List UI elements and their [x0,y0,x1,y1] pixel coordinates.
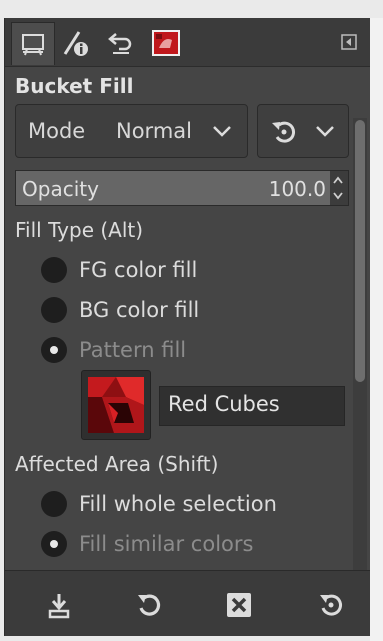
mode-label: Mode [28,119,86,143]
radio-button [41,297,67,323]
radio-label: Fill similar colors [79,532,254,556]
pattern-swatch-button[interactable] [81,370,151,440]
radio-button-selected [41,337,67,363]
red-cubes-pattern-icon [88,377,144,433]
bottom-button-bar [5,570,371,636]
opacity-label: Opacity [22,177,99,201]
radio-label: Fill whole selection [79,492,277,516]
tab-menu-button[interactable] [341,34,357,50]
restore-icon [138,594,161,616]
scrollbar-thumb[interactable] [355,120,365,382]
chevron-down-icon [213,126,231,137]
chevron-down-icon [333,192,343,200]
tool-options-icon [22,34,44,56]
tab-pointer-info[interactable] [55,22,97,64]
radio-fill-whole-selection[interactable]: Fill whole selection [41,490,277,518]
tab-menu-icon [341,34,357,50]
tab-image[interactable] [145,22,187,64]
dock-tab-bar [5,18,371,67]
reset-icon [320,594,342,616]
opacity-spinner [330,172,346,204]
mode-dropdown[interactable]: Mode Normal [15,104,248,158]
undo-history-icon [108,33,132,54]
fill-type-heading: Fill Type (Alt) [15,218,144,242]
mode-value: Normal [116,119,192,143]
opacity-value: 100.0 [268,177,326,201]
window-edge [370,18,383,641]
tab-undo-history[interactable] [99,22,141,64]
mode-reset-dropdown[interactable] [257,104,349,158]
restore-tool-preset-button[interactable] [133,589,165,621]
radio-button [41,257,67,283]
spin-down-button[interactable] [330,188,346,204]
chevron-up-icon [333,176,343,184]
reset-icon [272,121,295,143]
tab-tool-options[interactable] [11,22,55,65]
radio-button [41,491,67,517]
affected-area-heading: Affected Area (Shift) [15,452,219,476]
pattern-name-field: Red Cubes [159,386,345,426]
image-thumbnail-icon [152,30,180,56]
spin-up-button[interactable] [330,172,346,188]
radio-pattern-fill[interactable]: Pattern fill [41,336,186,364]
radio-label: FG color fill [79,258,198,282]
radio-button-selected [41,531,67,557]
opacity-slider[interactable]: Opacity 100.0 [15,170,349,206]
reset-tool-options-button[interactable] [315,589,347,621]
tool-title: Bucket Fill [15,74,134,98]
chevron-down-icon [316,126,334,137]
radio-label: BG color fill [79,298,200,322]
delete-icon [227,593,251,617]
tool-options-panel: Bucket Fill Mode Normal Opacity 100.0 Fi… [4,18,372,636]
radio-fill-similar-colors[interactable]: Fill similar colors [41,530,253,558]
pointer-info-icon [63,31,88,56]
radio-fg-color-fill[interactable]: FG color fill [41,256,197,284]
save-tool-preset-button[interactable] [43,589,75,621]
delete-tool-preset-button[interactable] [223,589,255,621]
radio-label: Pattern fill [79,338,187,362]
radio-bg-color-fill[interactable]: BG color fill [41,296,199,324]
save-options-icon [48,594,70,619]
